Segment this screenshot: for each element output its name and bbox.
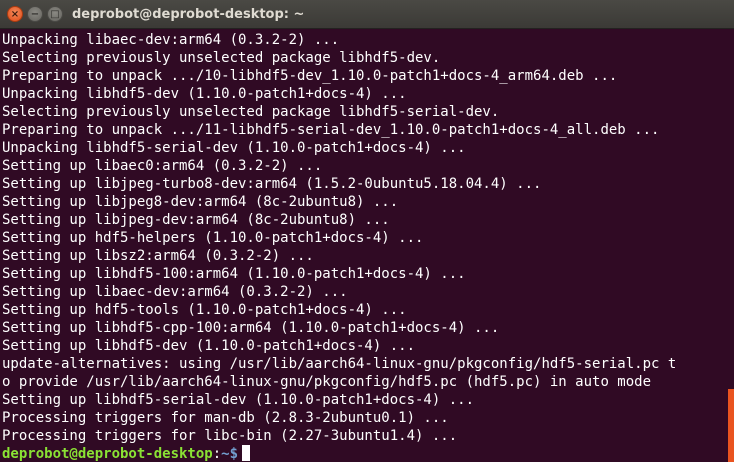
output-line: Setting up libjpeg-dev:arm64 (8c-2ubuntu… bbox=[2, 212, 390, 228]
output-line: Setting up libhdf5-serial-dev (1.10.0-pa… bbox=[2, 392, 475, 408]
output-line: update-alternatives: using /usr/lib/aarc… bbox=[2, 356, 677, 372]
output-line: Processing triggers for man-db (2.8.3-2u… bbox=[2, 410, 449, 426]
output-line: Setting up hdf5-tools (1.10.0-patch1+doc… bbox=[2, 302, 407, 318]
output-line: Setting up libaec-dev:arm64 (0.3.2-2) ..… bbox=[2, 284, 348, 300]
terminal-window: × − □ deprobot@deprobot-desktop: ~ Unpac… bbox=[0, 0, 734, 462]
text-cursor bbox=[242, 445, 251, 461]
minimize-icon: − bbox=[30, 9, 40, 20]
prompt-path: ~$ bbox=[221, 446, 239, 462]
title-bar[interactable]: × − □ deprobot@deprobot-desktop: ~ bbox=[0, 0, 734, 29]
prompt-line[interactable]: deprobot@deprobot-desktop:~$ bbox=[2, 445, 676, 462]
output-line: Setting up libhdf5-100:arm64 (1.10.0-pat… bbox=[2, 266, 466, 282]
output-line: Setting up libhdf5-dev (1.10.0-patch1+do… bbox=[2, 338, 416, 354]
minimize-button[interactable]: − bbox=[27, 6, 43, 22]
output-line: Setting up libjpeg8-dev:arm64 (8c-2ubunt… bbox=[2, 194, 399, 210]
output-line: Preparing to unpack .../11-libhdf5-seria… bbox=[2, 122, 660, 138]
window-title: deprobot@deprobot-desktop: ~ bbox=[72, 7, 305, 22]
terminal-output: Unpacking libaec-dev:arm64 (0.3.2-2) ...… bbox=[2, 31, 676, 462]
terminal-area[interactable]: Unpacking libaec-dev:arm64 (0.3.2-2) ...… bbox=[0, 29, 734, 462]
output-line: Setting up libhdf5-cpp-100:arm64 (1.10.0… bbox=[2, 320, 500, 336]
output-line: Unpacking libaec-dev:arm64 (0.3.2-2) ... bbox=[2, 32, 340, 48]
output-line: Unpacking libhdf5-serial-dev (1.10.0-pat… bbox=[2, 140, 466, 156]
close-icon: × bbox=[10, 9, 20, 20]
output-line: Setting up libaec0:arm64 (0.3.2-2) ... bbox=[2, 158, 323, 174]
output-line: Preparing to unpack .../10-libhdf5-dev_1… bbox=[2, 68, 618, 84]
maximize-button[interactable]: □ bbox=[47, 6, 63, 22]
output-line: Setting up hdf5-helpers (1.10.0-patch1+d… bbox=[2, 230, 424, 246]
close-button[interactable]: × bbox=[7, 6, 23, 22]
maximize-icon: □ bbox=[50, 9, 60, 20]
output-line: o provide /usr/lib/aarch64-linux-gnu/pkg… bbox=[2, 374, 652, 390]
output-line: Processing triggers for libc-bin (2.27-3… bbox=[2, 428, 458, 444]
output-line: Setting up libsz2:arm64 (0.3.2-2) ... bbox=[2, 248, 314, 264]
output-line: Unpacking libhdf5-dev (1.10.0-patch1+doc… bbox=[2, 86, 407, 102]
scrollbar-thumb[interactable] bbox=[728, 389, 734, 462]
prompt-user-host: deprobot@deprobot-desktop bbox=[2, 446, 213, 462]
output-line: Setting up libjpeg-turbo8-dev:arm64 (1.5… bbox=[2, 176, 542, 192]
prompt-separator: : bbox=[212, 446, 222, 462]
output-line: Selecting previously unselected package … bbox=[2, 50, 441, 66]
output-line: Selecting previously unselected package … bbox=[2, 104, 500, 120]
